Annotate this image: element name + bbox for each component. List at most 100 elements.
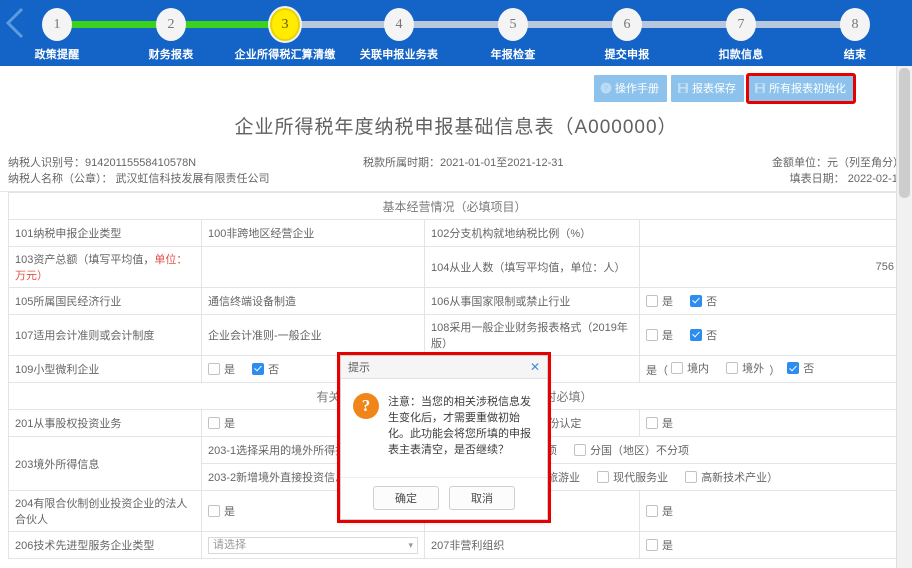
checkbox-checked-icon[interactable] [252, 362, 265, 375]
checkbox-icon[interactable] [726, 362, 739, 374]
step-1-label: 政策提醒 [34, 49, 80, 61]
checkbox-icon[interactable] [597, 470, 610, 483]
row-203-1-option-2[interactable]: 分国（地区）不分项 [574, 442, 689, 458]
dialog-header: 提示 ✕ [341, 356, 547, 379]
step-2[interactable]: 2 财务报表 [114, 0, 228, 66]
checkbox-icon[interactable] [208, 504, 220, 517]
step-7-label: 扣款信息 [718, 49, 764, 61]
row-107-label: 107适用会计准则或会计制度 [8, 314, 202, 356]
row-206-select-cell: 请选择 ▾ [201, 531, 425, 559]
row-103-input[interactable] [201, 246, 425, 288]
row-108-yes[interactable]: 是 [646, 327, 673, 343]
init-all-reports-label: 所有报表初始化 [769, 83, 846, 95]
step-2-label: 财务报表 [148, 49, 194, 61]
row-201-yes[interactable]: 是 [208, 415, 235, 431]
row-203-2-option-3[interactable]: 高新技术产业） [685, 469, 778, 485]
row-108-no[interactable]: 否 [690, 327, 717, 343]
step-1[interactable]: 1 政策提醒 [0, 0, 114, 66]
floppy-save-icon [754, 82, 766, 94]
row-110-no[interactable]: 否 [787, 360, 814, 376]
step-4[interactable]: 4 关联申报业务表 [342, 0, 456, 66]
row-101-label: 101纳税申报企业类型 [8, 219, 202, 247]
form-page: ? 操作手册 报表保存 所有报表初始化 企业所得税年度纳税申报基础信息表（A00… [0, 66, 912, 568]
confirm-button[interactable]: 确定 [373, 486, 439, 510]
svg-text:?: ? [604, 84, 608, 93]
checkbox-icon[interactable] [671, 362, 684, 374]
checkbox-icon[interactable] [574, 443, 587, 456]
row-103-label-part1: 103资产总额（填写平均值， [15, 254, 155, 266]
row-110-overseas[interactable]: 境外 [726, 360, 764, 376]
row-109-label: 109小型微利企业 [8, 355, 202, 383]
vertical-scrollbar[interactable] [896, 66, 912, 568]
row-109-no-label: 否 [268, 363, 280, 376]
step-5[interactable]: 5 年报检查 [456, 0, 570, 66]
operation-manual-button[interactable]: ? 操作手册 [594, 75, 667, 102]
dialog-message: 注意：当您的相关涉税信息发生变化后，才需要重做初始化。此功能会将您所填的申报表主… [388, 396, 531, 456]
question-mark-icon: ? [353, 393, 379, 419]
row-102-input[interactable] [638, 219, 902, 247]
row-204-yes[interactable]: 是 [208, 503, 235, 519]
row-109-yes[interactable]: 是 [208, 361, 235, 377]
row-110-inland[interactable]: 境内 [671, 360, 709, 376]
cancel-button[interactable]: 取消 [449, 486, 515, 510]
row-205-yes[interactable]: 是 [646, 503, 673, 519]
checkbox-icon[interactable] [646, 294, 658, 307]
row-110-inland-label: 境内 [687, 363, 710, 375]
step-3-label: 企业所得税汇算清缴 [234, 49, 336, 61]
row-203-2-option-1-label: 旅游业 [547, 471, 581, 484]
row-204-yes-label: 是 [224, 505, 235, 518]
row-106-label: 106从事国家限制或禁止行业 [424, 287, 640, 315]
step-3[interactable]: 3 企业所得税汇算清缴 [228, 0, 342, 66]
row-103-label: 103资产总额（填写平均值，单位：万元） [8, 246, 202, 288]
step-2-bullet: 2 [156, 8, 186, 41]
row-207-yes[interactable]: 是 [646, 537, 673, 553]
row-102-label: 102分支机构就地纳税比例（%） [424, 219, 640, 247]
row-106-no[interactable]: 否 [690, 293, 717, 309]
fill-date: 填表日期： 2022-02-15 [789, 173, 904, 185]
step-8[interactable]: 8 结束 [798, 0, 912, 66]
checkbox-icon[interactable] [685, 470, 698, 483]
step-8-bullet: 8 [840, 8, 870, 41]
checkbox-checked-icon[interactable] [787, 362, 800, 374]
step-6-label: 提交申报 [604, 49, 650, 61]
row-104-input[interactable]: 756 [638, 246, 902, 288]
row-107-value[interactable]: 企业会计准则-一般企业 [201, 314, 425, 356]
row-203-1-option-2-label: 分国（地区）不分项 [590, 444, 690, 457]
row-203-2-option-2[interactable]: 现代服务业 [597, 469, 668, 485]
row-110-choices: 是（ 境内 境外 ） 否 [638, 355, 902, 383]
step-6[interactable]: 6 提交申报 [570, 0, 684, 66]
checkbox-icon[interactable] [646, 504, 658, 517]
row-106-yes[interactable]: 是 [646, 293, 673, 309]
row-110-no-label: 否 [803, 363, 815, 375]
step-4-label: 关联申报业务表 [359, 49, 439, 61]
init-all-reports-button[interactable]: 所有报表初始化 [746, 73, 856, 104]
checkbox-checked-icon[interactable] [690, 294, 703, 307]
section-header-basic: 基本经营情况（必填项目） [7, 192, 902, 220]
table-row: 105所属国民经济行业 通信终端设备制造 106从事国家限制或禁止行业 是 否 [8, 287, 902, 315]
table-row: 103资产总额（填写平均值，单位：万元） 104从业人数（填写平均值，单位：人）… [8, 246, 902, 288]
row-206-select-value: 请选择 [213, 538, 246, 551]
checkbox-icon[interactable] [646, 328, 658, 341]
amount-unit: 金额单位：元（列至角分） [772, 157, 904, 169]
checkbox-icon[interactable] [208, 416, 220, 429]
page-title: 企业所得税年度纳税申报基础信息表（A000000） [234, 117, 678, 138]
step-7[interactable]: 7 扣款信息 [684, 0, 798, 66]
checkbox-checked-icon[interactable] [690, 328, 703, 341]
close-icon[interactable]: ✕ [530, 361, 540, 373]
checkbox-icon[interactable] [208, 362, 220, 375]
row-109-no[interactable]: 否 [252, 361, 279, 377]
step-6-bullet: 6 [612, 8, 642, 41]
scrollbar-thumb[interactable] [899, 68, 910, 198]
checkbox-icon[interactable] [646, 538, 658, 551]
row-110-yes-prefix: 是（ [646, 365, 668, 377]
save-report-button[interactable]: 报表保存 [671, 75, 744, 102]
row-205-yes-label: 是 [662, 505, 673, 518]
row-105-value[interactable]: 通信终端设备制造 [201, 287, 425, 315]
dialog-footer: 确定 取消 [341, 477, 547, 519]
dialog-title: 提示 [348, 362, 370, 374]
checkbox-icon[interactable] [646, 416, 658, 429]
row-206-select[interactable]: 请选择 ▾ [208, 536, 418, 554]
taxpayer-id: 纳税人识别号：91420115558410578N [8, 157, 197, 169]
row-202-yes[interactable]: 是 [646, 415, 673, 431]
row-101-value[interactable]: 100非跨地区经营企业 [201, 219, 425, 247]
